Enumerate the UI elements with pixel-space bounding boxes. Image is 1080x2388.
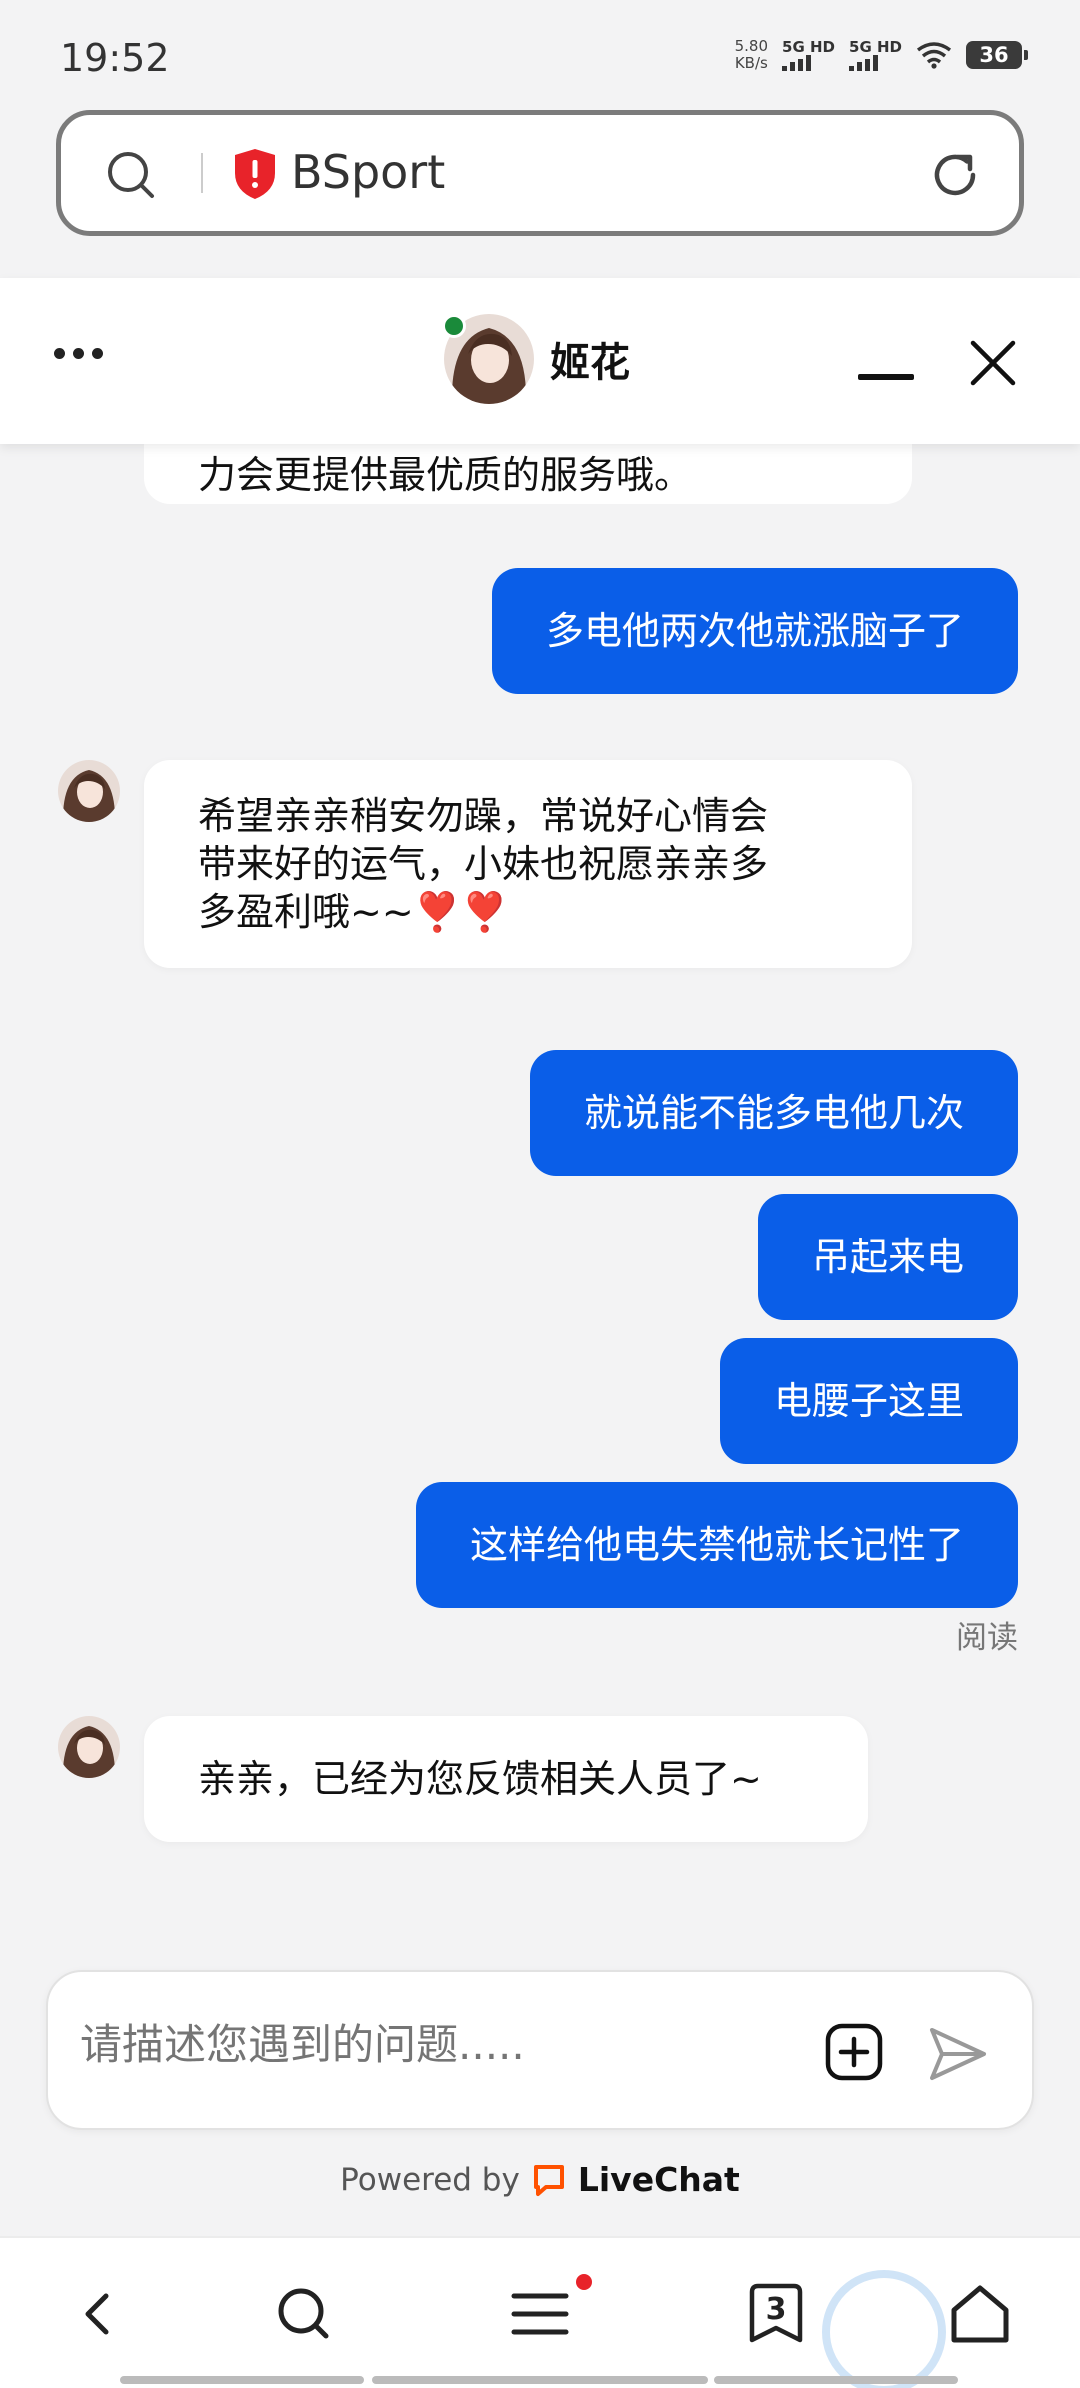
home-icon[interactable]: [948, 2282, 1012, 2346]
status-bar: 19:52 5.80 KB/s 5G HD 5G HD 36: [0, 0, 1080, 100]
powered-by[interactable]: Powered by LiveChat: [0, 2160, 1080, 2199]
address-bar[interactable]: BSport: [56, 110, 1024, 236]
online-status-dot: [442, 314, 466, 338]
sim1-label: 5G HD: [782, 38, 836, 56]
floating-assistant-bubble[interactable]: [822, 2270, 946, 2388]
url-title[interactable]: BSport: [291, 145, 445, 199]
message-text: 亲亲，已经为您反馈相关人员了~: [198, 1757, 762, 1801]
message-line: 多盈利哦~~❣️❣️: [198, 890, 509, 934]
status-time: 19:52: [60, 36, 170, 80]
sim2-signal-icon: 5G HD: [849, 39, 902, 71]
message-text: 力会更提供最优质的服务哦。: [198, 453, 693, 497]
agent-avatar-small: [58, 760, 120, 822]
page: 19:52 5.80 KB/s 5G HD 5G HD 36 BSport 姬花…: [0, 0, 1080, 2388]
agent-message: 希望亲亲稍安勿躁，常说好心情会 带来好的运气，小妹也祝愿亲亲多 多盈利哦~~❣️…: [144, 760, 912, 968]
battery-level: 36: [979, 43, 1009, 67]
livechat-logo-icon: [533, 2164, 564, 2196]
search-icon[interactable]: [272, 2282, 336, 2346]
message-text: 电腰子这里: [773, 1379, 964, 1423]
close-icon[interactable]: [968, 338, 1018, 388]
message-text: 就说能不能多电他几次: [583, 1091, 964, 1135]
message-text: 多电他两次他就涨脑子了: [545, 609, 964, 653]
user-message: 电腰子这里: [719, 1338, 1018, 1464]
add-square-icon[interactable]: [824, 2022, 884, 2082]
read-status: 阅读: [956, 1620, 1018, 1656]
address-bar-divider: [201, 153, 203, 193]
sim1-signal-icon: 5G HD: [782, 39, 835, 71]
send-icon[interactable]: [928, 2026, 988, 2082]
sim2-label: 5G HD: [849, 38, 902, 56]
livechat-brand: LiveChat: [577, 2160, 740, 2199]
tabs-count: 3: [765, 2292, 787, 2327]
search-icon[interactable]: [105, 149, 157, 201]
network-speed-unit: KB/s: [734, 54, 768, 72]
tabs-button[interactable]: 3: [744, 2282, 808, 2346]
menu-icon[interactable]: [508, 2282, 572, 2346]
message-line: 希望亲亲稍安勿躁，常说好心情会: [198, 794, 769, 838]
minimize-icon[interactable]: [858, 374, 914, 380]
message-list[interactable]: 力会更提供最优质的服务哦。 多电他两次他就涨脑子了 希望亲亲稍安勿躁，常说好心情…: [0, 444, 1080, 1944]
message-text: 这样给他电失禁他就长记性了: [469, 1523, 964, 1567]
gesture-bar: [372, 2376, 708, 2384]
user-message: 就说能不能多电他几次: [529, 1050, 1018, 1176]
chat-header: 姬花: [0, 278, 1080, 444]
back-icon[interactable]: [68, 2282, 132, 2346]
wifi-icon: [916, 42, 952, 69]
gesture-bar: [714, 2376, 958, 2384]
agent-avatar-small: [58, 1716, 120, 1778]
message-input[interactable]: [80, 2020, 800, 2069]
network-speed-value: 5.80: [734, 37, 769, 55]
gesture-bar: [120, 2376, 364, 2384]
status-icons: 5.80 KB/s 5G HD 5G HD 36: [735, 38, 1028, 72]
security-warning-shield-icon[interactable]: [231, 147, 279, 201]
user-message: 多电他两次他就涨脑子了: [491, 568, 1018, 694]
battery-icon: 36: [966, 41, 1028, 69]
notification-dot: [576, 2274, 592, 2290]
powered-by-label: Powered by: [340, 2161, 520, 2198]
message-composer: [46, 1970, 1034, 2130]
more-options-icon[interactable]: [54, 348, 103, 359]
user-message: 这样给他电失禁他就长记性了: [415, 1482, 1018, 1608]
agent-message: 亲亲，已经为您反馈相关人员了~: [144, 1716, 868, 1842]
user-message: 吊起来电: [757, 1194, 1018, 1320]
message-text: 吊起来电: [811, 1235, 964, 1279]
agent-name: 姬花: [550, 340, 630, 386]
reload-icon[interactable]: [927, 147, 983, 203]
network-speed: 5.80 KB/s: [735, 38, 768, 72]
message-line: 带来好的运气，小妹也祝愿亲亲多: [198, 842, 769, 886]
agent-message-truncated: 力会更提供最优质的服务哦。: [144, 444, 912, 504]
